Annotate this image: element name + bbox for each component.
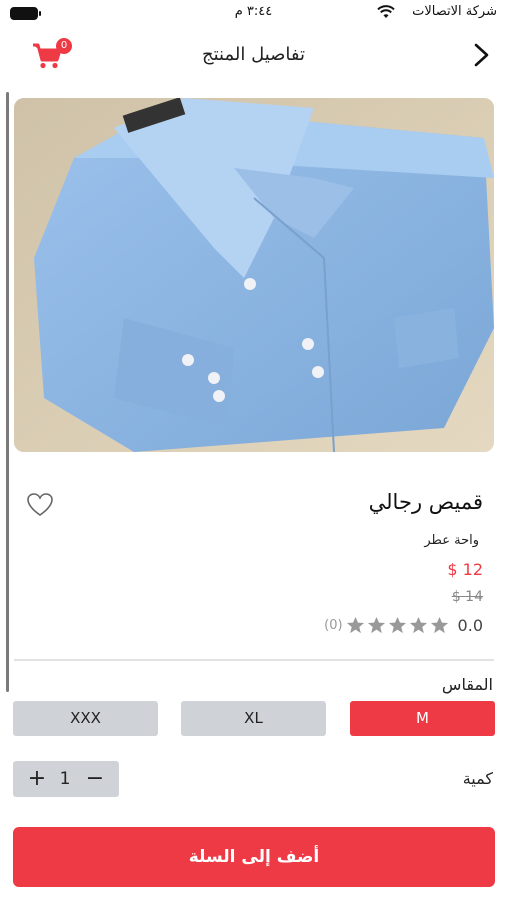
cart-count-badge: 0 <box>56 38 72 54</box>
rating: (0) 0.0 <box>324 614 483 636</box>
star-icon <box>409 616 427 633</box>
cart-button[interactable]: 0 <box>28 38 74 74</box>
star-icon <box>346 616 364 633</box>
status-bar: شركة الاتصالات ٣:٤٤ م <box>0 0 507 28</box>
star-icon <box>367 616 385 633</box>
clock: ٣:٤٤ م <box>234 4 273 19</box>
quantity-value: 1 <box>59 769 71 789</box>
star-icon <box>388 616 406 633</box>
size-option-m[interactable]: M <box>350 701 495 736</box>
price: $ 12 <box>447 560 483 579</box>
add-to-cart-button[interactable]: أضف إلى السلة <box>13 827 495 887</box>
quantity-stepper: + 1 − <box>13 761 119 797</box>
star-icon <box>430 616 448 633</box>
store-name[interactable]: واحة عطر <box>424 533 479 548</box>
quantity-plus-button[interactable]: + <box>25 765 49 793</box>
size-option-xl[interactable]: XL <box>181 701 326 736</box>
scroll-indicator[interactable] <box>6 92 9 692</box>
nav-bar: تفاصيل المنتج 0 <box>0 28 507 84</box>
product-name: قميص رجالي <box>368 490 483 514</box>
size-option-xxx[interactable]: XXX <box>13 701 158 736</box>
battery-icon <box>10 7 41 20</box>
rating-value: 0.0 <box>457 615 483 635</box>
product-image <box>14 98 494 452</box>
old-price: $ 14 <box>451 589 483 605</box>
size-label: المقاس <box>441 675 493 694</box>
product-image-carousel[interactable] <box>14 98 494 452</box>
review-count: (0) <box>324 617 343 633</box>
quantity-minus-button[interactable]: − <box>83 765 107 793</box>
page-title: تفاصيل المنتج <box>201 44 306 65</box>
quantity-label: كمية <box>462 769 493 788</box>
heart-icon[interactable] <box>26 492 54 518</box>
divider <box>14 659 494 661</box>
